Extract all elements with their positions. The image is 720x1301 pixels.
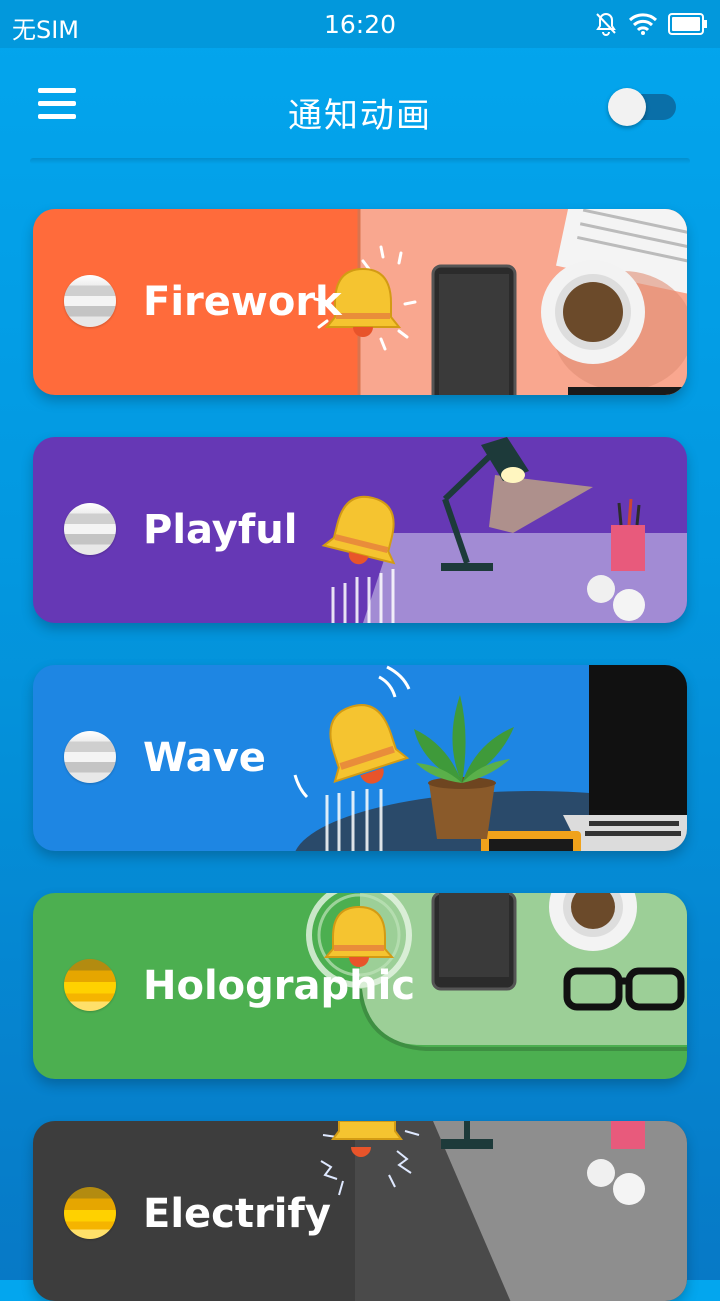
wifi-icon (628, 13, 658, 35)
muted-bell-icon (596, 12, 616, 36)
animation-card-firework[interactable]: Firework (33, 209, 687, 395)
enable-toggle[interactable] (608, 88, 676, 126)
radio-indicator[interactable] (64, 1187, 116, 1239)
animation-card-wave[interactable]: Wave (33, 665, 687, 851)
radio-indicator[interactable] (64, 731, 116, 783)
status-icons (594, 11, 708, 37)
playful-illustration (321, 437, 687, 623)
animation-card-holographic[interactable]: Holographic (33, 893, 687, 1079)
card-label: Firework (143, 279, 342, 325)
card-label: Playful (143, 507, 298, 553)
wave-illustration (293, 665, 687, 851)
toggle-knob (608, 88, 646, 126)
status-bar: 无SIM 16:20 (0, 0, 720, 48)
radio-indicator[interactable] (64, 503, 116, 555)
app-bar: 通知动画 (0, 48, 720, 168)
divider (30, 158, 690, 164)
card-label: Holographic (143, 963, 416, 1009)
animation-card-playful[interactable]: Playful (33, 437, 687, 623)
firework-illustration (313, 209, 687, 395)
radio-indicator[interactable] (64, 959, 116, 1011)
electrify-illustration (320, 1121, 687, 1301)
card-label: Electrify (143, 1191, 331, 1237)
animation-card-electrify[interactable]: Electrify (33, 1121, 687, 1301)
battery-icon (668, 13, 707, 35)
card-label: Wave (143, 735, 266, 781)
radio-indicator[interactable] (64, 275, 116, 327)
